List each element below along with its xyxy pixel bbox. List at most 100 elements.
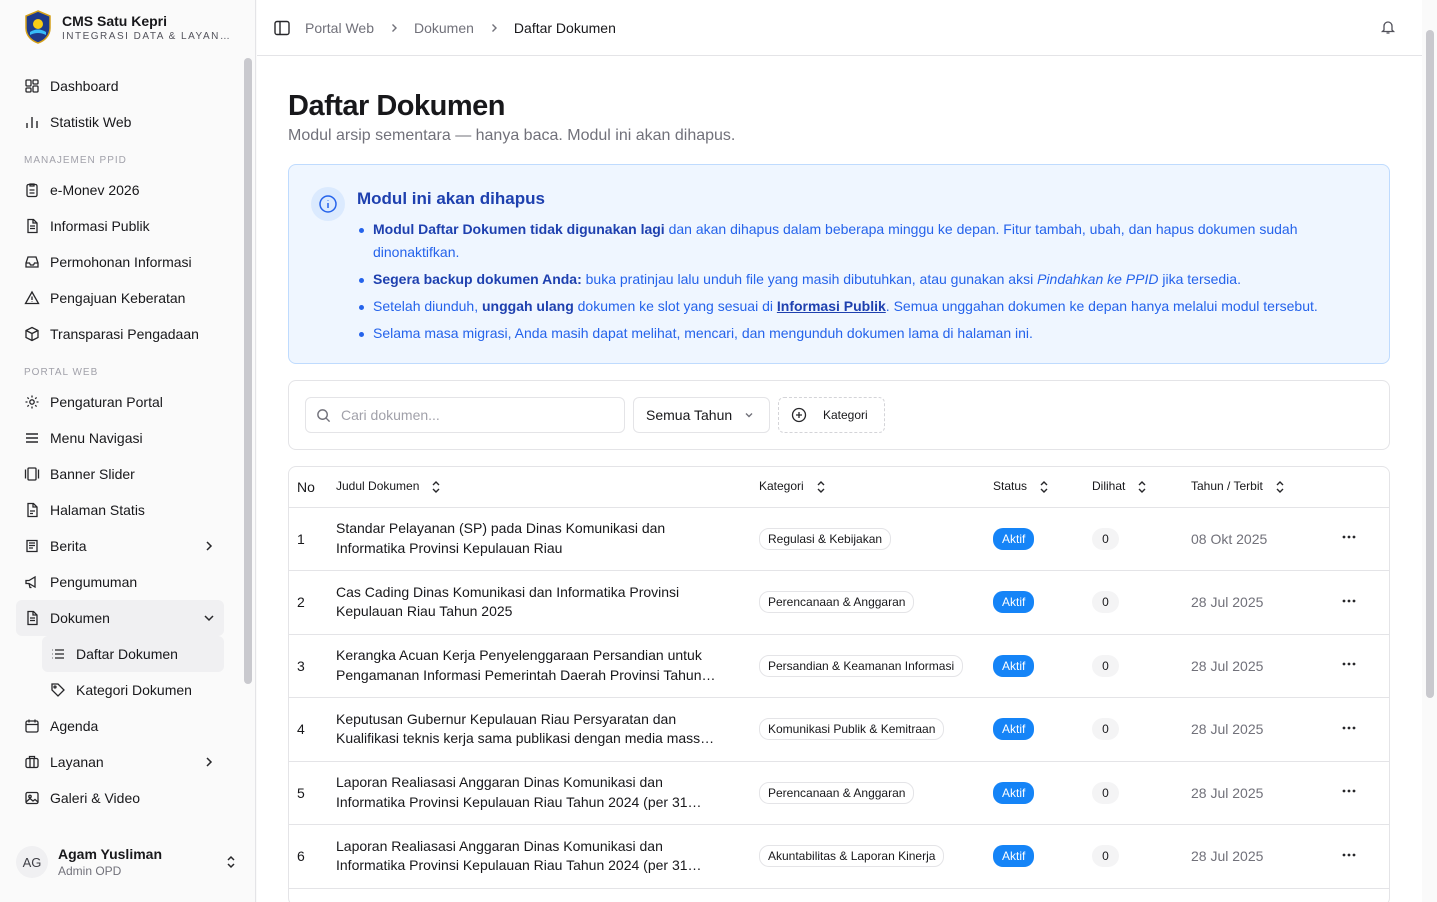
sidebar-item-banner-slider[interactable]: Banner Slider [16, 456, 224, 492]
informasi-publik-link[interactable]: Informasi Publik [777, 298, 886, 314]
search-input[interactable] [341, 407, 601, 423]
sidebar-item-menu-navigasi[interactable]: Menu Navigasi [16, 420, 224, 456]
cell-kategori: Perencanaan & Anggaran [759, 761, 993, 825]
menu-icon [26, 433, 38, 443]
search-box[interactable] [305, 397, 625, 433]
more-horizontal-icon[interactable] [1341, 720, 1357, 736]
cell-judul: Keputusan Gubernur Kepulauan Riau Persya… [336, 697, 759, 762]
alert-item: Segera backup dokumen Anda: buka pratinj… [359, 268, 1363, 291]
sort-icon [817, 481, 825, 494]
sidebar-item-statistik-web[interactable]: Statistik Web [16, 104, 224, 140]
year-select[interactable]: Semua Tahun [633, 397, 770, 433]
newspaper-icon [26, 539, 38, 553]
view-count-badge: 0 [1092, 654, 1119, 677]
sidebar-item-label: Layanan [50, 754, 104, 770]
alert-item: Modul Daftar Dokumen tidak digunakan lag… [359, 218, 1363, 264]
alert-title: Modul ini akan dihapus [357, 189, 545, 208]
sidebar-toggle-icon[interactable] [273, 19, 291, 37]
file-icon [27, 502, 38, 518]
alert-item: Selama masa migrasi, Anda masih dapat me… [359, 322, 1363, 345]
sidebar-item-informasi-publik[interactable]: Informasi Publik [16, 208, 224, 244]
table-row[interactable]: 3 Kerangka Acuan Kerja Penyelenggaraan P… [289, 634, 1389, 698]
sidebar-nav: Dashboard Statistik Web MANAJEMEN PPID e… [16, 68, 224, 816]
category-filter-label: Kategori [823, 408, 868, 422]
sidebar-section-portal: PORTAL WEB [24, 367, 99, 378]
table-row[interactable]: 6 Laporan Realiasasi Anggaran Dinas Komu… [289, 824, 1389, 889]
sidebar-item-pengumuman[interactable]: Pengumuman [16, 564, 224, 600]
info-icon [311, 187, 345, 221]
cell-tahun: 08 Okt 2025 [1191, 507, 1331, 571]
cell-status: Aktif [993, 824, 1092, 889]
sidebar-item-daftar-dokumen[interactable]: Daftar Dokumen [42, 636, 224, 672]
th-tahun[interactable]: Tahun / Terbit [1191, 467, 1331, 508]
view-count-badge: 0 [1092, 527, 1119, 550]
th-dilihat[interactable]: Dilihat [1092, 467, 1191, 508]
category-filter-button[interactable]: Kategori [778, 397, 885, 433]
table-row[interactable]: 2 Cas Cading Dinas Komunikasi dan Inform… [289, 570, 1389, 635]
th-kategori[interactable]: Kategori [759, 467, 993, 508]
sidebar-item-pengajuan-keberatan[interactable]: Pengajuan Keberatan [16, 280, 224, 316]
cell-dilihat: 0 [1092, 824, 1191, 889]
more-horizontal-icon[interactable] [1341, 783, 1357, 799]
th-status[interactable]: Status [993, 467, 1092, 508]
sidebar-item-layanan[interactable]: Layanan [16, 744, 224, 780]
cell-kategori: Komunikasi Publik & Kemitraan [759, 697, 993, 762]
alert-strong: Modul Daftar Dokumen tidak digunakan lag… [373, 221, 665, 237]
chevron-right-icon [491, 23, 497, 32]
cell-judul: Standar Pelayanan (SP) pada Dinas Komuni… [336, 507, 759, 571]
documents-table: No Judul Dokumen Kategori Status Dilihat… [288, 466, 1390, 902]
brand-title: CMS Satu Kepri [62, 12, 168, 29]
cell-tahun: 28 Jul 2025 [1191, 634, 1331, 698]
cell-no: 5 [289, 761, 336, 825]
sidebar-item-label: Transparasi Pengadaan [50, 326, 199, 342]
sidebar-item-transparasi-pengadaan[interactable]: Transparasi Pengadaan [16, 316, 224, 352]
chevron-right-icon [206, 757, 213, 767]
table-row[interactable]: 1 Standar Pelayanan (SP) pada Dinas Komu… [289, 507, 1389, 571]
alert-strong: unggah ulang [481, 298, 574, 314]
inbox-icon [25, 256, 39, 268]
cell-tahun: 28 Jul 2025 [1191, 761, 1331, 825]
more-horizontal-icon[interactable] [1341, 593, 1357, 609]
status-badge: Aktif [993, 527, 1035, 550]
more-horizontal-icon[interactable] [1341, 847, 1357, 863]
sidebar-item-halaman-statis[interactable]: Halaman Statis [16, 492, 224, 528]
sort-icon [432, 481, 440, 494]
sidebar-item-emonev[interactable]: e-Monev 2026 [16, 172, 224, 208]
sidebar-item-label: Banner Slider [50, 466, 135, 482]
year-select-value: Semua Tahun [646, 407, 733, 423]
th-actions [1331, 467, 1389, 508]
cell-tahun: 28 Jul 2025 [1191, 570, 1331, 635]
th-judul[interactable]: Judul Dokumen [336, 467, 759, 508]
page-scrollbar[interactable] [1426, 30, 1434, 698]
view-count-badge: 0 [1092, 845, 1119, 868]
breadcrumb-dokumen[interactable]: Dokumen [414, 20, 474, 36]
cell-kategori: Persandian & Keamanan Informasi [759, 634, 993, 698]
table-row[interactable]: 5 Laporan Realiasasi Anggaran Dinas Komu… [289, 761, 1389, 825]
cell-no: 3 [289, 634, 336, 698]
sidebar-item-galeri-video[interactable]: Galeri & Video [16, 780, 224, 816]
bell-icon[interactable] [1380, 19, 1396, 35]
sidebar-item-pengaturan-portal[interactable]: Pengaturan Portal [16, 384, 224, 420]
sidebar-scrollbar[interactable] [244, 58, 252, 684]
gear-icon [25, 395, 39, 409]
tag-icon [51, 683, 65, 697]
sidebar-item-kategori-dokumen[interactable]: Kategori Dokumen [42, 672, 224, 708]
cell-kategori: Regulasi & Kebijakan [759, 507, 993, 571]
briefcase-icon [25, 755, 39, 769]
sidebar-item-berita[interactable]: Berita [16, 528, 224, 564]
sidebar-item-dokumen[interactable]: Dokumen [16, 600, 224, 636]
brand[interactable]: CMS Satu Kepri INTEGRASI DATA & LAYANAN … [24, 10, 234, 44]
table-row[interactable]: 4 Keputusan Gubernur Kepulauan Riau Pers… [289, 697, 1389, 762]
cell-kategori: Akuntabilitas & Laporan Kinerja [759, 824, 993, 889]
more-horizontal-icon[interactable] [1341, 656, 1357, 672]
user-menu[interactable]: AG Agam Yusliman Admin OPD [16, 846, 246, 878]
gallery-icon [24, 467, 40, 481]
sidebar-item-permohonan-informasi[interactable]: Permohonan Informasi [16, 244, 224, 280]
more-horizontal-icon[interactable] [1341, 529, 1357, 545]
megaphone-icon [25, 575, 36, 589]
sidebar-item-dashboard[interactable]: Dashboard [16, 68, 224, 104]
sidebar-item-agenda[interactable]: Agenda [16, 708, 224, 744]
bar-chart-icon [26, 117, 38, 128]
cell-actions [1331, 570, 1389, 635]
breadcrumb-portal-web[interactable]: Portal Web [305, 20, 374, 36]
